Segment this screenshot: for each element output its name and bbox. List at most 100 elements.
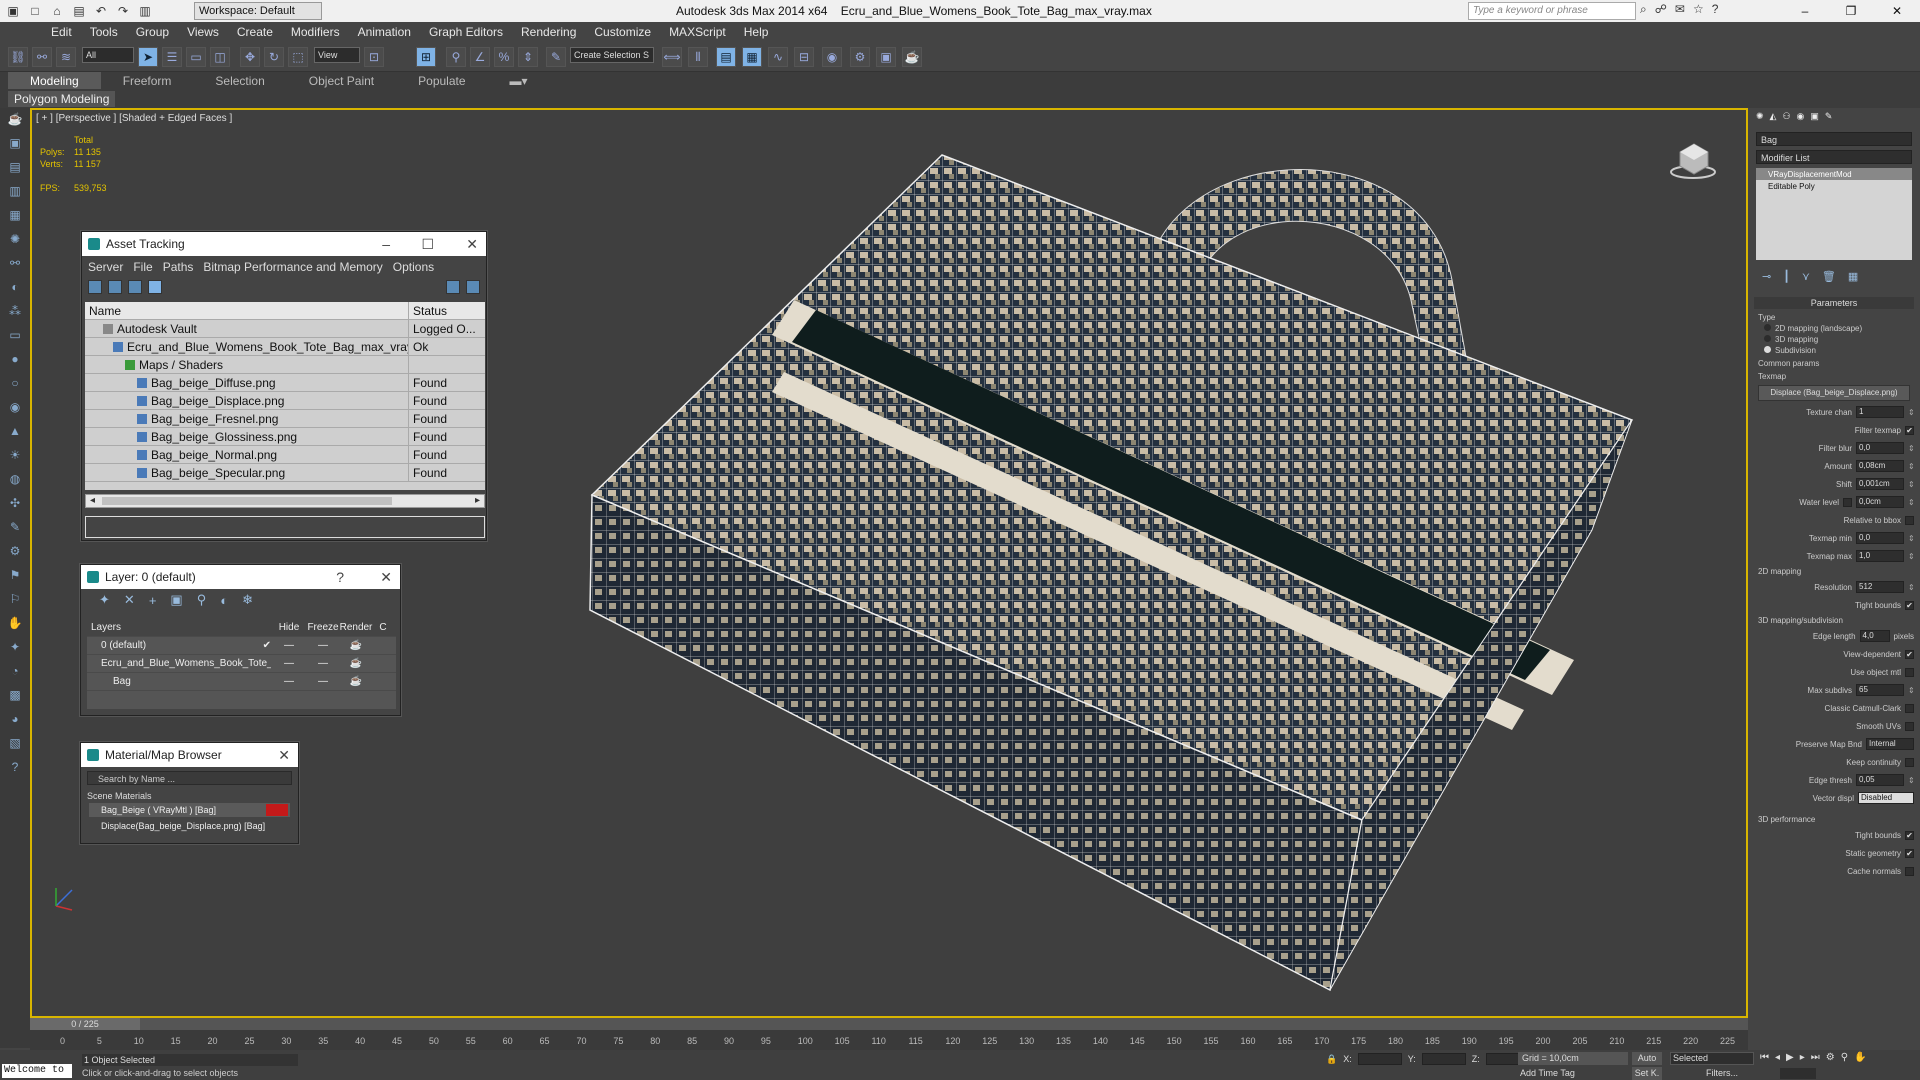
pin-stack-icon[interactable]: ⊸ [1762, 270, 1771, 283]
table-row[interactable]: Autodesk Vault Logged O... [85, 320, 485, 338]
auto-key-button[interactable]: Auto [1632, 1052, 1662, 1065]
hide-toggle[interactable]: — [271, 637, 307, 654]
viewport-label[interactable]: [ + ] [Perspective ] [Shaded + Edged Fac… [36, 113, 232, 124]
undo-icon[interactable]: ↶ [92, 2, 110, 20]
bind-space-warp-icon[interactable]: ≋ [56, 47, 76, 67]
particle-icon[interactable]: ⁂ [4, 304, 26, 324]
spinner-arrows-icon[interactable]: ⇕ [1908, 462, 1915, 471]
spinner-arrows-icon[interactable]: ⇕ [1908, 686, 1915, 695]
next-frame-icon[interactable]: ▸ [1800, 1052, 1805, 1063]
help-icon[interactable]: ? [1712, 2, 1719, 17]
schematic-view-icon[interactable]: ⊟ [794, 47, 814, 67]
details-icon[interactable] [128, 280, 142, 294]
layer-help[interactable]: ? [336, 565, 344, 589]
layer-row[interactable]: 0 (default) ✔ — — ☕ [87, 637, 396, 655]
ribbon-toggle-icon[interactable]: ▦ [742, 47, 762, 67]
layer-titlebar[interactable]: Layer: 0 (default)? ✕ [81, 565, 400, 589]
geosphere-icon[interactable]: ◍ [4, 472, 26, 492]
scene-materials-group[interactable]: Scene Materials [87, 791, 292, 801]
key-filters-button[interactable]: Filters... [1706, 1068, 1738, 1078]
select-layer-icon[interactable]: ▣ [170, 592, 182, 608]
helper-icon[interactable]: ✣ [4, 496, 26, 516]
delete-layer-icon[interactable]: ✕ [124, 592, 135, 608]
spinner-arrows-icon[interactable]: ⇕ [1908, 444, 1915, 453]
menu-group[interactable]: Group [127, 22, 178, 42]
radio-subdivision[interactable]: Subdivision [1764, 346, 1904, 355]
hold-icon[interactable]: ▥ [136, 2, 154, 20]
motion-icon[interactable]: ⚐ [4, 592, 26, 612]
use-object-mtl-checkbox[interactable] [1905, 667, 1914, 677]
scroll-left-icon[interactable]: ◂ [90, 495, 95, 506]
help-icon[interactable] [446, 280, 460, 294]
spinner-arrows-icon[interactable]: ⇕ [1908, 552, 1915, 561]
table-row[interactable]: Bag_beige_Specular.png Found [85, 464, 485, 482]
rotate-icon[interactable]: ↻ [264, 47, 284, 67]
edge-thresh-spinner[interactable]: 0,05 [1856, 774, 1904, 786]
water-level-spinner[interactable]: 0,0cm [1856, 496, 1904, 508]
object-name-field[interactable]: Bag [1756, 132, 1912, 146]
question-icon[interactable]: ? [4, 760, 26, 780]
viewcube-icon[interactable] [1668, 132, 1718, 180]
table-row[interactable]: Bag_beige_Displace.png Found [85, 392, 485, 410]
color-column-header[interactable]: C [373, 619, 393, 636]
layers-icon[interactable]: ▤ [4, 160, 26, 180]
new-file-icon[interactable]: □ [26, 2, 44, 20]
freeze-column-header[interactable]: Freeze [307, 619, 339, 636]
modifier-item[interactable]: Editable Poly [1756, 180, 1912, 192]
hide-all-icon[interactable]: ◐ [220, 593, 228, 608]
tab-freeform[interactable]: Freeform [101, 72, 194, 89]
spinner-arrows-icon[interactable]: ⇕ [1908, 534, 1915, 543]
search-input[interactable]: Search by Name ... [87, 771, 292, 785]
percent-snap-icon[interactable]: % [494, 47, 514, 67]
prev-frame-icon[interactable]: ◂ [1775, 1052, 1780, 1063]
time-slider[interactable]: 0 / 225 [30, 1018, 140, 1030]
play-icon[interactable]: ▶ [1786, 1052, 1794, 1063]
menu-options[interactable]: Options [393, 260, 434, 274]
spinner-arrows-icon[interactable]: ⇕ [1908, 776, 1915, 785]
scroll-thumb[interactable] [102, 497, 392, 505]
layers-column-header[interactable]: Layers [87, 619, 271, 636]
new-layer-icon[interactable]: ✦ [99, 592, 110, 608]
list-icon[interactable] [108, 280, 122, 294]
motion-tab-icon[interactable]: ◉ [1797, 111, 1805, 125]
remove-modifier-icon[interactable]: 🗑 [1822, 270, 1836, 283]
menu-maxscript[interactable]: MAXScript [660, 22, 735, 42]
pan-icon[interactable]: ✋ [1854, 1052, 1866, 1063]
menu-edit[interactable]: Edit [42, 22, 81, 42]
material-editor-icon[interactable]: ◉ [822, 47, 842, 67]
highlight-layer-icon[interactable]: ⚲ [197, 592, 207, 608]
dummy-icon[interactable]: ▭ [4, 328, 26, 348]
render-icon[interactable]: ◔ [4, 664, 26, 684]
mirror-icon[interactable]: ⟺ [662, 47, 682, 67]
render-production-icon[interactable]: ☕ [902, 47, 922, 67]
table-row[interactable]: Bag_beige_Diffuse.png Found [85, 374, 485, 392]
parameters-rollout[interactable]: Parameters [1754, 297, 1914, 309]
edit-named-sel-icon[interactable]: ✎ [546, 47, 566, 67]
close-icon[interactable]: ✕ [278, 743, 290, 767]
camera-icon[interactable]: ▩ [4, 688, 26, 708]
scale-icon[interactable]: ⬚ [288, 47, 308, 67]
menu-rendering[interactable]: Rendering [512, 22, 585, 42]
current-frame-field[interactable] [1780, 1068, 1816, 1079]
table-view-icon[interactable] [148, 280, 162, 294]
select-object-icon[interactable]: ➤ [138, 47, 158, 67]
table-row[interactable]: Bag_beige_Fresnel.png Found [85, 410, 485, 428]
vector-displ-dropdown[interactable]: Disabled [1858, 792, 1914, 804]
rect-selection-icon[interactable]: ▭ [186, 47, 206, 67]
save-icon[interactable]: ▤ [70, 2, 88, 20]
texmap-max-spinner[interactable]: 1,0 [1856, 550, 1904, 562]
y-field[interactable] [1421, 1053, 1466, 1065]
freeze-all-icon[interactable]: ❄ [242, 592, 253, 608]
maximize-icon[interactable]: ☐ [421, 232, 434, 256]
cylinder-icon[interactable]: ◉ [4, 400, 26, 420]
menu-modifiers[interactable]: Modifiers [282, 22, 349, 42]
tab-object-paint[interactable]: Object Paint [287, 72, 396, 89]
ribbon-options-icon[interactable]: ▬▾ [488, 72, 550, 89]
close-icon[interactable]: ✕ [1874, 0, 1920, 22]
keep-continuity-checkbox[interactable] [1905, 757, 1914, 767]
filter-blur-spinner[interactable]: 0,0 [1856, 442, 1904, 454]
restore-icon[interactable]: ❐ [1828, 0, 1874, 22]
set-key-button[interactable]: Set K. [1632, 1067, 1662, 1080]
tab-populate[interactable]: Populate [396, 72, 487, 89]
sun-icon[interactable]: ☀ [4, 448, 26, 468]
